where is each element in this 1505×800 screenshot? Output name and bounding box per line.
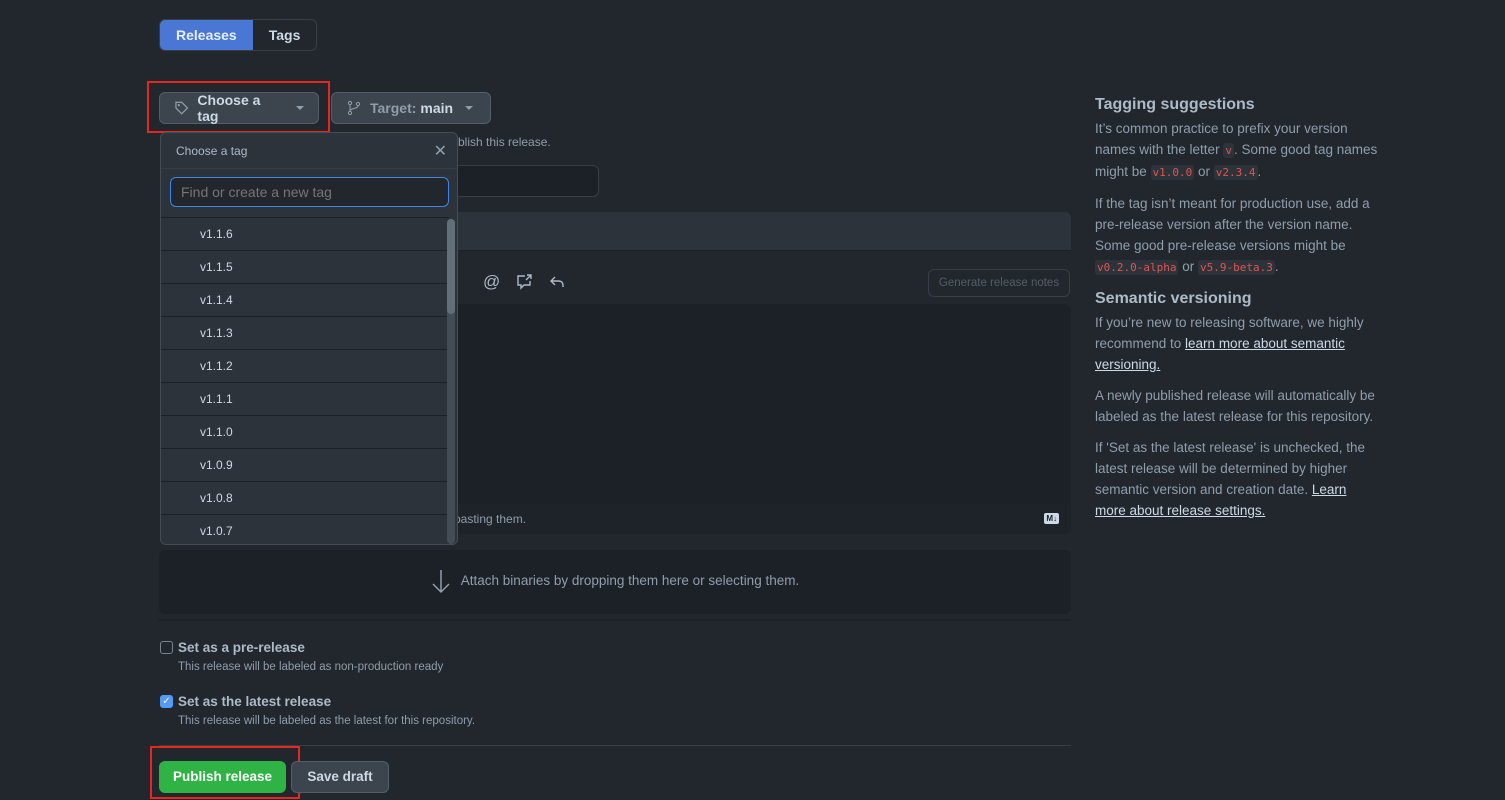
tag-option[interactable]: v1.0.9	[161, 448, 449, 481]
tag-icon	[175, 101, 189, 115]
reply-icon[interactable]	[549, 274, 565, 290]
tag-field-partial	[440, 165, 599, 197]
attach-text: Attach binaries by dropping them here or…	[460, 573, 800, 588]
dropdown-title: Choose a tag	[176, 143, 248, 158]
latest-release-label[interactable]: Set as the latest release	[178, 694, 331, 709]
prerelease-checkbox[interactable]	[160, 641, 173, 654]
tag-search-input[interactable]	[170, 177, 449, 207]
release-description-textarea[interactable]	[440, 304, 1071, 504]
attach-hint: pasting them.	[454, 512, 527, 526]
publish-release-button[interactable]: Publish release	[159, 761, 286, 793]
close-icon[interactable]: ✕	[434, 141, 447, 161]
prerelease-desc: This release will be labeled as non-prod…	[178, 661, 444, 673]
target-branch: main	[420, 100, 454, 116]
save-draft-button[interactable]: Save draft	[291, 761, 389, 793]
release-title-input[interactable]	[440, 212, 1071, 251]
markdown-icon: M↓	[1044, 513, 1059, 524]
editor: @ Generate release notes pasting them. M…	[440, 251, 1071, 534]
latest-text: A newly published release will automatic…	[1095, 388, 1375, 424]
scrollbar[interactable]	[447, 219, 455, 544]
prerelease-label[interactable]: Set as a pre-release	[178, 640, 305, 655]
tagging-title: Tagging suggestions	[1095, 96, 1255, 113]
caret-down-icon	[296, 106, 304, 110]
attach-binaries-dropzone[interactable]: Attach binaries by dropping them here or…	[159, 550, 1071, 614]
tag-option[interactable]: v1.1.0	[161, 415, 449, 448]
mention-icon[interactable]: @	[483, 272, 500, 292]
tagging-text-1: It’s common practice to prefix your vers…	[1095, 121, 1378, 180]
divider	[159, 619, 1071, 621]
choose-tag-dropdown: Choose a tag ✕ v1.1.6v1.1.5v1.1.4v1.1.3v…	[160, 132, 458, 545]
git-branch-icon	[347, 100, 361, 116]
editor-footer: pasting them. M↓	[440, 504, 1071, 534]
choose-tag-label: Choose a tag	[197, 92, 261, 124]
sidebar-help: Tagging suggestions It’s common practice…	[1095, 96, 1380, 531]
tag-option[interactable]: v1.0.7	[161, 514, 449, 544]
tag-hint: blish this release.	[458, 135, 551, 149]
semver-title: Semantic versioning	[1095, 290, 1252, 307]
tag-option[interactable]: v1.1.1	[161, 382, 449, 415]
tag-option[interactable]: v1.1.6	[161, 217, 449, 250]
tag-option[interactable]: v1.1.3	[161, 316, 449, 349]
tab-tags[interactable]: Tags	[253, 20, 317, 50]
latest-release-desc: This release will be labeled as the late…	[178, 715, 476, 727]
arrow-down-icon	[432, 569, 450, 593]
target-prefix: Target:	[370, 100, 417, 116]
cross-reference-icon[interactable]	[516, 274, 532, 290]
tag-option[interactable]: v1.1.4	[161, 283, 449, 316]
tag-option[interactable]: v1.0.8	[161, 481, 449, 514]
tab-releases[interactable]: Releases	[160, 20, 253, 50]
tag-option[interactable]: v1.1.2	[161, 349, 449, 382]
releases-tags-nav: Releases Tags	[159, 19, 318, 51]
tag-option[interactable]: v1.1.5	[161, 250, 449, 283]
choose-tag-button[interactable]: Choose a tag	[159, 92, 319, 124]
generate-release-notes-button[interactable]: Generate release notes	[928, 269, 1070, 297]
tag-list: v1.1.6 v1.1.5 v1.1.4 v1.1.3 v1.1.2 v1.1.1 v1.1…	[161, 217, 449, 544]
semver-text: If you’re new to releasing software, we …	[1095, 315, 1364, 372]
tagging-text-2: If the tag isn’t meant for production us…	[1095, 196, 1370, 275]
latest-release-checkbox[interactable]: ✓	[160, 695, 173, 708]
target-branch-button[interactable]: Target: main	[331, 92, 491, 124]
scrollbar-thumb[interactable]	[447, 219, 455, 314]
caret-down-icon	[465, 106, 474, 110]
latest-unchecked-text: If 'Set as the latest release' is unchec…	[1095, 440, 1366, 518]
